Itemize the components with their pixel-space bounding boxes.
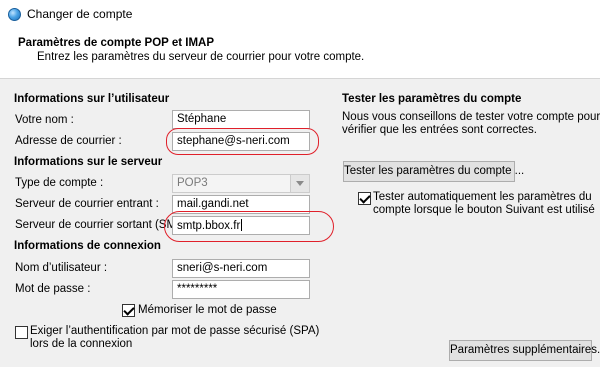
test-account-settings-button[interactable]: Tester les paramètres du compte ... <box>343 161 524 182</box>
spa-label-line2: lors de la connexion <box>30 338 133 350</box>
outgoing-server-value: smtp.bbox.fr <box>177 220 241 232</box>
auto-test-label-line1: Tester automatiquement les paramètres du <box>373 191 592 203</box>
account-type-label: Type de compte : <box>15 177 104 189</box>
email-label: Adresse de courrier : <box>15 135 122 147</box>
spa-checkbox[interactable] <box>15 326 28 339</box>
remember-password-checkbox[interactable] <box>122 304 135 317</box>
window-title: Changer de compte <box>27 7 133 21</box>
auto-test-checkbox[interactable] <box>358 192 371 205</box>
outgoing-server-field[interactable]: smtp.bbox.fr <box>172 216 310 235</box>
remember-password-label: Mémoriser le mot de passe <box>138 304 277 316</box>
test-description-line1: Nous vous conseillons de tester votre co… <box>342 111 600 123</box>
username-field[interactable]: sneri@s-neri.com <box>172 259 310 278</box>
header-panel: Paramètres de compte POP et IMAP Entrez … <box>0 29 600 79</box>
server-info-section-label: Informations sur le serveur <box>14 156 163 168</box>
account-type-select: POP3 <box>172 174 310 193</box>
username-label: Nom d’utilisateur : <box>15 262 108 274</box>
chevron-down-icon <box>290 175 309 192</box>
incoming-server-field[interactable]: mail.gandi.net <box>172 195 310 214</box>
incoming-server-label: Serveur de courrier entrant : <box>15 198 159 210</box>
outlook-app-icon <box>8 8 21 21</box>
account-type-value: POP3 <box>177 177 208 189</box>
more-settings-button[interactable]: Paramètres supplémentaires... <box>449 340 600 361</box>
email-field[interactable]: stephane@s-neri.com <box>172 132 310 151</box>
password-field[interactable]: ********* <box>172 280 310 299</box>
title-bar: Changer de compte <box>0 0 600 29</box>
test-description-line2: vérifier que les entrées sont correctes. <box>342 124 537 136</box>
name-label: Votre nom : <box>15 114 74 126</box>
page-title: Paramètres de compte POP et IMAP <box>18 37 214 49</box>
spa-label-line1: Exiger l’authentification par mot de pas… <box>30 325 320 337</box>
text-caret <box>241 219 243 231</box>
page-subtitle: Entrez les paramètres du serveur de cour… <box>37 51 365 63</box>
password-label: Mot de passe : <box>15 283 91 295</box>
login-info-section-label: Informations de connexion <box>14 240 161 252</box>
user-info-section-label: Informations sur l’utilisateur <box>14 93 170 105</box>
auto-test-label-line2: compte lorsque le bouton Suivant est uti… <box>373 204 595 216</box>
test-settings-section-label: Tester les paramètres du compte <box>342 93 522 105</box>
name-field[interactable]: Stéphane <box>172 110 310 129</box>
